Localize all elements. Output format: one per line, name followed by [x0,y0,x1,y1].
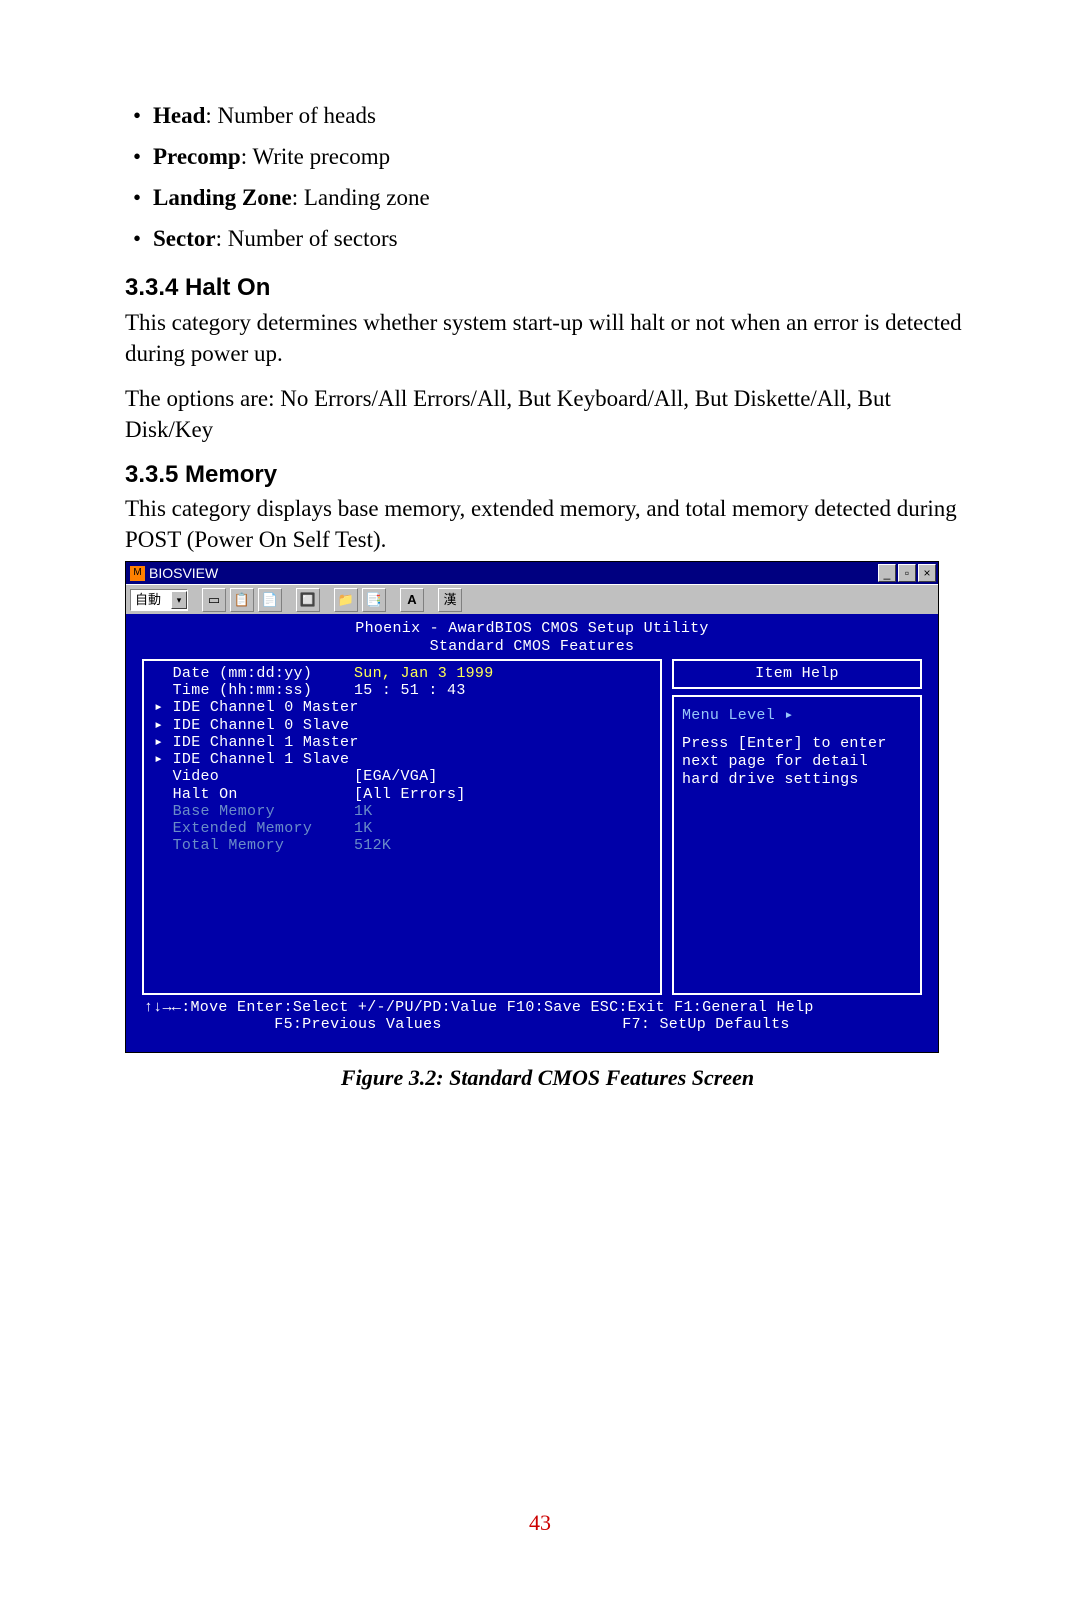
desc: Number of sectors [228,226,398,251]
bios-setting-row[interactable]: ▸ IDE Channel 0 Master [154,699,650,716]
setting-value: [All Errors] [354,786,466,803]
term: Landing Zone [153,185,292,210]
setting-label: Video [154,768,354,785]
setting-label: Total Memory [154,837,354,854]
bios-setting-row[interactable]: Video[EGA/VGA] [154,768,650,785]
setting-label: Halt On [154,786,354,803]
close-button[interactable]: × [918,564,936,582]
setting-value: 15 : 51 : 43 [354,682,466,699]
definition-list: Head: Number of heads Precomp: Write pre… [125,100,970,254]
section-heading-halt: 3.3.4 Halt On [125,272,970,304]
body-text: The options are: No Errors/All Errors/Al… [125,383,970,445]
toolbar-font-button[interactable]: A [400,588,424,612]
setting-label: ▸ IDE Channel 1 Slave [154,751,354,768]
setting-label: Date (mm:dd:yy) [154,665,354,682]
footer-f5: F5:Previous Values [274,1016,441,1033]
setting-label: ▸ IDE Channel 1 Master [154,734,354,751]
page-number: 43 [0,1508,1080,1538]
footer-row1: ↑↓→←:Move Enter:Select +/-/PU/PD:Value F… [144,999,920,1016]
bios-settings-panel[interactable]: Date (mm:dd:yy)Sun, Jan 3 1999 Time (hh:… [142,659,662,995]
maximize-button[interactable]: ▫ [898,564,916,582]
help-menu-level: Menu Level ▸ [682,707,912,725]
item-help-body-box: Menu Level ▸ Press [Enter] to enter next… [672,695,922,995]
footer-f7: F7: SetUp Defaults [622,1016,789,1033]
toolbar-paste-button[interactable]: 📄 [258,588,282,612]
toolbar: 自動 ▾ ▭ 📋 📄 🔲 📁 📑 A 漢 [126,584,938,614]
bios-screenshot: M BIOSVIEW _ ▫ × 自動 ▾ ▭ 📋 📄 🔲 📁 📑 [125,561,939,1053]
bios-setting-row[interactable]: Date (mm:dd:yy)Sun, Jan 3 1999 [154,665,650,682]
setting-label: ▸ IDE Channel 0 Slave [154,717,354,734]
setting-value: Sun, Jan 3 1999 [354,665,494,682]
toolbar-background-button[interactable]: 📑 [362,588,386,612]
setting-label: ▸ IDE Channel 0 Master [154,699,354,716]
list-item: Head: Number of heads [125,100,970,131]
setting-value: 1K [354,803,373,820]
bios-title-line1: Phoenix - AwardBIOS CMOS Setup Utility [126,620,938,637]
toolbar-button[interactable]: ▭ [202,588,226,612]
desc: Number of heads [218,103,376,128]
window-title: BIOSVIEW [149,564,218,583]
toolbar-copy-button[interactable]: 📋 [230,588,254,612]
term: Sector [153,226,216,251]
setting-label: Time (hh:mm:ss) [154,682,354,699]
minimize-button[interactable]: _ [878,564,896,582]
section-heading-memory: 3.3.5 Memory [125,459,970,491]
help-text: Press [Enter] to enter next page for det… [682,735,912,789]
toolbar-kanji-button[interactable]: 漢 [438,588,462,612]
figure-caption: Figure 3.2: Standard CMOS Features Scree… [125,1063,970,1093]
setting-label: Extended Memory [154,820,354,837]
body-text: This category displays base memory, exte… [125,493,970,555]
toolbar-props-button[interactable]: 📁 [334,588,358,612]
setting-value: 512K [354,837,391,854]
bios-screen: Phoenix - AwardBIOS CMOS Setup Utility S… [126,614,938,1052]
bios-setting-row[interactable]: Halt On[All Errors] [154,786,650,803]
toolbar-fullscreen-button[interactable]: 🔲 [296,588,320,612]
desc: Landing zone [304,185,430,210]
bios-setting-row[interactable]: ▸ IDE Channel 0 Slave [154,717,650,734]
chevron-down-icon: ▾ [171,591,187,609]
encoding-dropdown[interactable]: 自動 ▾ [130,589,188,611]
help-title: Item Help [682,665,912,683]
bios-setting-row[interactable]: Time (hh:mm:ss)15 : 51 : 43 [154,682,650,699]
bios-footer: ↑↓→←:Move Enter:Select +/-/PU/PD:Value F… [126,995,938,1034]
setting-value: 1K [354,820,373,837]
setting-value: [EGA/VGA] [354,768,438,785]
list-item: Precomp: Write precomp [125,141,970,172]
body-text: This category determines whether system … [125,307,970,369]
window-titlebar[interactable]: M BIOSVIEW _ ▫ × [126,562,938,584]
bios-setting-row[interactable]: ▸ IDE Channel 1 Slave [154,751,650,768]
bios-setting-row[interactable]: Base Memory 1K [154,803,650,820]
setting-label: Base Memory [154,803,354,820]
item-help-title-box: Item Help [672,659,922,689]
bios-title-line2: Standard CMOS Features [126,638,938,655]
bios-setting-row[interactable]: Extended Memory 1K [154,820,650,837]
bios-setting-row[interactable]: Total Memory 512K [154,837,650,854]
desc: Write precomp [252,144,390,169]
term: Precomp [153,144,241,169]
app-icon: M [130,566,145,581]
bios-setting-row[interactable]: ▸ IDE Channel 1 Master [154,734,650,751]
term: Head [153,103,205,128]
dropdown-label: 自動 [135,591,161,609]
list-item: Landing Zone: Landing zone [125,182,970,213]
list-item: Sector: Number of sectors [125,223,970,254]
